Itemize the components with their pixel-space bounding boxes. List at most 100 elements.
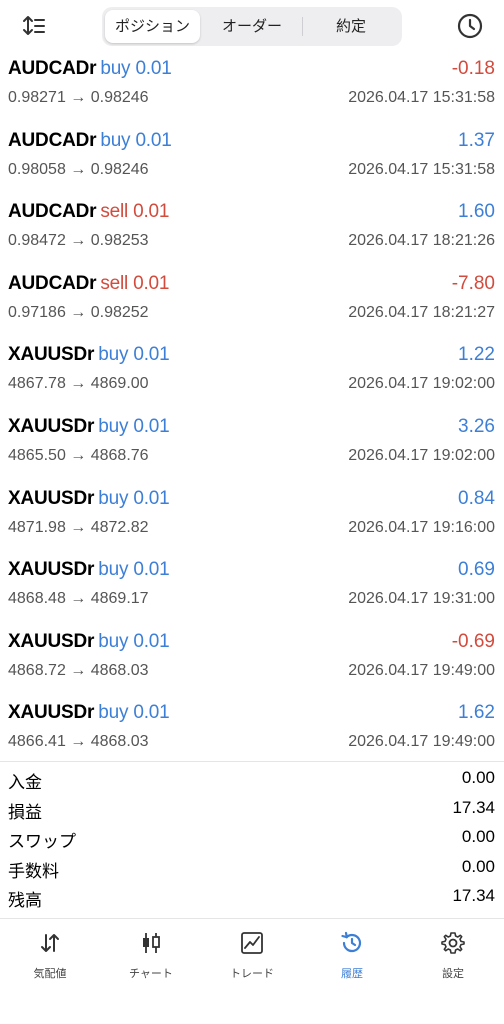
candlestick-icon bbox=[143, 933, 160, 953]
trade-side-volume: buy 0.01 bbox=[98, 487, 170, 509]
symbol-name: XAUUSDr bbox=[8, 559, 95, 581]
trade-time: 2026.04.17 15:31:58 bbox=[348, 160, 495, 178]
symbol-name: XAUUSDr bbox=[8, 344, 95, 366]
trade-prices: 4868.48 → 4869.17 bbox=[8, 590, 149, 608]
trade-row[interactable]: AUDCADr sell 0.01 -7.80 0.97186 → 0.98252 20… bbox=[0, 269, 504, 341]
summary-row-swap: スワップ 0.00 bbox=[0, 821, 504, 851]
trade-time: 2026.04.17 18:21:27 bbox=[348, 303, 495, 321]
symbol-name: AUDCADr bbox=[8, 201, 97, 223]
trade-profit: -0.69 bbox=[451, 630, 495, 652]
summary-label: 入金 bbox=[8, 773, 42, 792]
trade-time: 2026.04.17 19:49:00 bbox=[348, 661, 495, 679]
trade-time: 2026.04.17 15:31:58 bbox=[348, 89, 495, 106]
trade-row[interactable]: XAUUSDr buy 0.01 1.62 4866.41 → 4868.03 2026… bbox=[0, 698, 504, 770]
trade-symbol: AUDCADr sell 0.01 bbox=[8, 201, 169, 223]
trade-chart-icon bbox=[241, 932, 263, 954]
trade-symbol: XAUUSDr buy 0.01 bbox=[8, 631, 170, 653]
summary-label: 手数料 bbox=[8, 861, 59, 881]
trade-profit: -0.18 bbox=[451, 58, 495, 79]
trade-row[interactable]: XAUUSDr buy 0.01 0.69 4868.48 → 4869.17 2026… bbox=[0, 555, 504, 627]
trade-row[interactable]: XAUUSDr buy 0.01 0.84 4871.98 → 4872.82 2026… bbox=[0, 484, 504, 556]
trade-symbol: AUDCADr buy 0.01 bbox=[8, 58, 172, 80]
tab-history[interactable]: 履歴 bbox=[302, 919, 402, 985]
trade-side-volume: buy 0.01 bbox=[100, 58, 172, 79]
trade-prices: 4866.41 → 4868.03 bbox=[8, 733, 149, 751]
history-clock-icon bbox=[341, 931, 362, 953]
tab-label: トレード bbox=[230, 968, 274, 980]
tab-trade[interactable]: トレード bbox=[202, 919, 302, 985]
summary-row-balance: 残高 17.34 bbox=[0, 880, 504, 910]
trade-profit: 1.22 bbox=[458, 344, 495, 366]
trade-side-volume: sell 0.01 bbox=[100, 201, 170, 223]
bottom-tab-bar: 気配値 チャート トレード 履歴 設定 bbox=[0, 918, 504, 985]
tab-orders[interactable]: オーダー bbox=[202, 10, 302, 43]
trade-time: 2026.04.17 19:16:00 bbox=[348, 518, 495, 536]
trade-prices: 0.98472 → 0.98253 bbox=[8, 232, 149, 250]
trade-prices: 0.97186 → 0.98252 bbox=[8, 303, 149, 321]
clock-icon[interactable] bbox=[456, 12, 484, 40]
summary-label: 残高 bbox=[8, 891, 42, 910]
symbol-name: XAUUSDr bbox=[8, 702, 95, 724]
trade-time: 2026.04.17 19:02:00 bbox=[348, 375, 495, 393]
trade-side-volume: buy 0.01 bbox=[98, 559, 170, 581]
trade-row[interactable]: AUDCADr buy 0.01 1.37 0.98058 → 0.98246 2026… bbox=[0, 126, 504, 198]
summary-label: スワップ bbox=[8, 832, 76, 851]
summary-value: 0.00 bbox=[461, 768, 495, 787]
tab-label: 履歴 bbox=[341, 968, 363, 980]
summary-label: 損益 bbox=[8, 802, 42, 822]
tab-deals[interactable]: 約定 bbox=[303, 10, 399, 43]
trade-prices: 4867.78 → 4869.00 bbox=[8, 375, 149, 393]
tab-label: チャート bbox=[129, 968, 173, 980]
trade-row[interactable]: XAUUSDr buy 0.01 -0.69 4868.72 → 4868.03 202… bbox=[0, 627, 504, 699]
symbol-name: AUDCADr bbox=[8, 129, 97, 151]
trade-row[interactable]: XAUUSDr buy 0.01 1.22 4867.78 → 4869.00 2026… bbox=[0, 340, 504, 412]
trade-symbol: XAUUSDr buy 0.01 bbox=[8, 344, 170, 366]
summary-value: 0.00 bbox=[461, 827, 495, 846]
symbol-name: AUDCADr bbox=[8, 272, 97, 294]
trade-profit: 1.60 bbox=[458, 201, 495, 223]
trade-side-volume: buy 0.01 bbox=[98, 415, 170, 437]
trade-prices: 0.98271 → 0.98246 bbox=[8, 89, 149, 106]
trade-time: 2026.04.17 19:02:00 bbox=[348, 446, 495, 464]
trade-symbol: XAUUSDr buy 0.01 bbox=[8, 702, 170, 724]
trade-symbol: XAUUSDr buy 0.01 bbox=[8, 488, 170, 510]
trade-row[interactable]: AUDCADr buy 0.01 -0.18 0.98271 → 0.98246 202… bbox=[0, 54, 504, 126]
tab-label: 気配値 bbox=[33, 968, 67, 980]
trade-profit: -7.80 bbox=[451, 272, 495, 294]
summary-panel: 入金 0.00 損益 17.34 スワップ 0.00 手数料 0.00 残高 1… bbox=[0, 761, 504, 910]
trade-profit: 1.37 bbox=[458, 129, 495, 151]
tab-quotes[interactable]: 気配値 bbox=[0, 919, 100, 985]
trade-row[interactable]: AUDCADr sell 0.01 1.60 0.98472 → 0.98253 202… bbox=[0, 197, 504, 269]
trade-profit: 3.26 bbox=[458, 415, 495, 437]
trade-prices: 4871.98 → 4872.82 bbox=[8, 518, 149, 536]
tab-label: 設定 bbox=[442, 968, 464, 980]
trade-profit: 1.62 bbox=[458, 702, 495, 724]
summary-row-deposit: 入金 0.00 bbox=[0, 762, 504, 792]
trade-prices: 4868.72 → 4868.03 bbox=[8, 661, 149, 679]
trade-time: 2026.04.17 18:21:26 bbox=[348, 232, 495, 250]
summary-value: 0.00 bbox=[461, 856, 495, 876]
trade-time: 2026.04.17 19:49:00 bbox=[348, 733, 495, 751]
trade-side-volume: buy 0.01 bbox=[100, 129, 172, 151]
top-bar: ポジション オーダー 約定 bbox=[0, 0, 504, 54]
trade-prices: 4865.50 → 4868.76 bbox=[8, 446, 149, 464]
trade-profit: 0.84 bbox=[458, 487, 495, 509]
sort-icon[interactable] bbox=[22, 14, 46, 38]
tab-positions[interactable]: ポジション bbox=[105, 10, 200, 43]
tab-chart[interactable]: チャート bbox=[101, 919, 201, 985]
trade-row[interactable]: XAUUSDr buy 0.01 3.26 4865.50 → 4868.76 2026… bbox=[0, 412, 504, 484]
summary-value: 17.34 bbox=[452, 886, 495, 905]
symbol-name: XAUUSDr bbox=[8, 487, 95, 509]
trade-side-volume: buy 0.01 bbox=[98, 344, 170, 366]
trade-symbol: XAUUSDr buy 0.01 bbox=[8, 416, 170, 438]
gear-icon bbox=[441, 932, 465, 954]
trade-symbol: AUDCADr sell 0.01 bbox=[8, 273, 169, 295]
segmented-control: ポジション オーダー 約定 bbox=[102, 7, 402, 46]
trade-side-volume: sell 0.01 bbox=[100, 272, 170, 294]
trade-history-list: AUDCADr buy 0.01 -0.18 0.98271 → 0.98246 202… bbox=[0, 54, 504, 770]
trade-side-volume: buy 0.01 bbox=[98, 630, 170, 652]
trade-time: 2026.04.17 19:31:00 bbox=[348, 590, 495, 608]
tab-settings[interactable]: 設定 bbox=[403, 919, 503, 985]
trade-symbol: AUDCADr buy 0.01 bbox=[8, 130, 172, 152]
symbol-name: AUDCADr bbox=[8, 58, 97, 79]
